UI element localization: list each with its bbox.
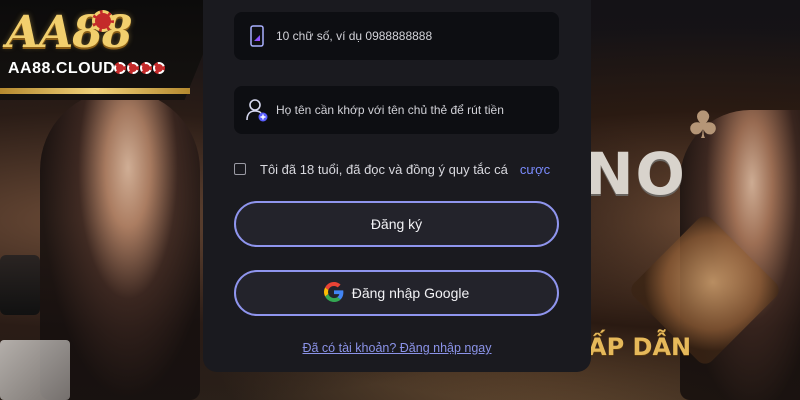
casino-tagline-text: ẤP DẪN (588, 333, 692, 361)
dice-image (0, 255, 40, 315)
terms-row: Tôi đã 18 tuổi, đã đọc và đồng ý quy tắc… (234, 160, 550, 178)
registration-panel: Tôi đã 18 tuổi, đã đọc và đồng ý quy tắc… (203, 0, 591, 372)
full-name-field[interactable] (234, 86, 559, 134)
logo-domain: AA88.CLOUD (8, 60, 116, 77)
logo-chips (114, 62, 165, 74)
register-button[interactable]: Đăng ký (234, 201, 559, 247)
google-login-button[interactable]: Đăng nhập Google (234, 270, 559, 316)
casino-chip-icon (114, 62, 126, 74)
user-add-icon (240, 86, 274, 134)
casino-sign-text: NO (585, 140, 687, 208)
google-icon (323, 281, 344, 305)
casino-chip-icon (140, 62, 152, 74)
phone-field[interactable] (234, 12, 559, 60)
terms-checkbox[interactable] (234, 163, 246, 175)
club-icon: ♣ (685, 103, 721, 147)
logo-gold-edge (0, 88, 190, 94)
login-link[interactable]: Đã có tài khoản? Đăng nhập ngay (302, 341, 491, 355)
login-link-row: Đã có tài khoản? Đăng nhập ngay (203, 339, 591, 357)
phone-input[interactable] (274, 12, 559, 60)
terms-label: Tôi đã 18 tuổi, đã đọc và đồng ý quy tắc… (260, 161, 508, 177)
casino-chip-icon (153, 62, 165, 74)
casino-chip-icon (92, 10, 114, 32)
casino-chip-icon (127, 62, 139, 74)
playing-cards-image (0, 340, 70, 400)
phone-icon (240, 12, 274, 60)
register-button-label: Đăng ký (370, 216, 423, 232)
full-name-input[interactable] (274, 86, 559, 134)
terms-link[interactable]: cược (520, 162, 550, 177)
google-button-label: Đăng nhập Google (351, 285, 470, 301)
